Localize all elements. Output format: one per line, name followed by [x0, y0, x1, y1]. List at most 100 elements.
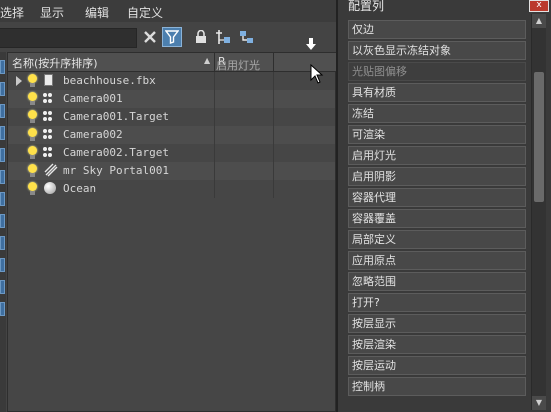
table-row[interactable]: Camera002.Target [8, 144, 335, 162]
column-option[interactable]: 容器覆盖 [348, 209, 526, 228]
light-bulb-icon[interactable] [28, 164, 37, 177]
expand-arrow-icon[interactable] [16, 76, 22, 86]
column-option[interactable]: 仅边 [348, 20, 526, 39]
cell-divider [214, 126, 215, 144]
row-name: beachhouse.fbx [63, 74, 156, 87]
panel-title: 配置列 [348, 0, 385, 13]
strip-button[interactable] [0, 258, 5, 272]
light-bulb-icon[interactable] [28, 146, 37, 159]
table-row[interactable]: beachhouse.fbx [8, 72, 335, 90]
filter-icon[interactable] [162, 27, 182, 47]
scrollbar-thumb[interactable] [534, 72, 544, 202]
column-option[interactable]: 按层显示 [348, 314, 526, 333]
dependents-select-icon[interactable] [237, 27, 257, 47]
column-option[interactable]: 容器代理 [348, 188, 526, 207]
column-option[interactable]: 按层运动 [348, 356, 526, 375]
camera-icon [42, 110, 56, 124]
column-option[interactable]: 控制柄 [348, 377, 526, 396]
close-icon[interactable]: x [529, 0, 549, 12]
row-name: Camera001 [63, 92, 123, 105]
column-option[interactable]: 启用阴影 [348, 167, 526, 186]
menu-bar: 选择 显示 编辑 自定义 [0, 0, 336, 22]
strip-button[interactable] [0, 192, 5, 206]
cell-divider [273, 144, 274, 162]
table-row[interactable]: Ocean [8, 180, 335, 198]
cell-divider [214, 180, 215, 198]
strip-button[interactable] [0, 236, 5, 250]
strip-button[interactable] [0, 214, 5, 228]
strip-button[interactable] [0, 170, 5, 184]
cell-divider [214, 144, 215, 162]
camera-icon [42, 128, 56, 142]
column-option-dragging[interactable]: 光贴图偏移 [348, 62, 526, 81]
hierarchy-select-icon[interactable] [214, 27, 234, 47]
left-button-strip [0, 52, 6, 412]
menu-select[interactable]: 选择 [0, 4, 24, 21]
scroll-down-icon[interactable]: ▼ [532, 396, 546, 410]
scene-explorer-panel: 选择 显示 编辑 自定义 名称(按升序排序) ▲ R beachhouse.fb… [0, 0, 337, 412]
configure-columns-panel: 配置列 x 仅边 以灰色显示冻结对象 光贴图偏移 具有材质 冻结 可渲染 启用灯… [336, 0, 551, 412]
light-bulb-icon[interactable] [28, 128, 37, 141]
cell-divider [214, 108, 215, 126]
scene-table: 名称(按升序排序) ▲ R beachhouse.fbx Camera001 C… [7, 52, 337, 412]
cell-divider [273, 108, 274, 126]
strip-button[interactable] [0, 82, 5, 96]
table-row[interactable]: mr Sky Portal001 [8, 162, 335, 180]
menu-edit[interactable]: 编辑 [85, 4, 109, 21]
column-header-name-label: 名称(按升序排序) [12, 57, 98, 70]
strip-button[interactable] [0, 126, 5, 140]
strip-button[interactable] [0, 60, 5, 74]
cell-divider [214, 90, 215, 108]
file-icon [44, 74, 53, 86]
row-name: Camera002 [63, 128, 123, 141]
cell-divider [273, 180, 274, 198]
search-input[interactable] [0, 28, 137, 48]
light-bulb-icon[interactable] [28, 110, 37, 123]
drop-indicator-icon [306, 38, 316, 50]
lock-icon[interactable] [191, 27, 211, 47]
menu-display[interactable]: 显示 [40, 4, 64, 21]
row-name: Camera001.Target [63, 110, 169, 123]
cell-divider [214, 72, 215, 90]
mouse-cursor-icon [310, 63, 324, 84]
row-name: Camera002.Target [63, 146, 169, 159]
table-row[interactable]: Camera002 [8, 126, 335, 144]
column-header-name[interactable]: 名称(按升序排序) ▲ [8, 53, 215, 71]
column-option[interactable]: 以灰色显示冻结对象 [348, 41, 526, 60]
column-list: 仅边 以灰色显示冻结对象 光贴图偏移 具有材质 冻结 可渲染 启用灯光 启用阴影… [348, 18, 528, 410]
column-option[interactable]: 忽略范围 [348, 272, 526, 291]
cell-divider [214, 162, 215, 180]
row-name: mr Sky Portal001 [63, 164, 169, 177]
cell-divider [273, 72, 274, 90]
camera-icon [42, 146, 56, 160]
table-row[interactable]: Camera001.Target [8, 108, 335, 126]
strip-button[interactable] [0, 148, 5, 162]
column-option[interactable]: 冻结 [348, 104, 526, 123]
light-bulb-icon[interactable] [28, 92, 37, 105]
row-name: Ocean [63, 182, 97, 195]
cell-divider [273, 90, 274, 108]
column-option[interactable]: 按层渲染 [348, 335, 526, 354]
column-option[interactable]: 打开? [348, 293, 526, 312]
column-option[interactable]: 应用原点 [348, 251, 526, 270]
explorer-toolbar [0, 24, 336, 50]
column-option[interactable]: 局部定义 [348, 230, 526, 249]
light-bulb-icon[interactable] [28, 74, 37, 87]
sort-ascending-icon: ▲ [204, 56, 211, 65]
column-option[interactable]: 具有材质 [348, 83, 526, 102]
drag-ghost-label: 启用灯光 [216, 59, 260, 72]
close-icon[interactable] [140, 27, 160, 47]
strip-button[interactable] [0, 104, 5, 118]
menu-customize[interactable]: 自定义 [127, 4, 163, 21]
vertical-scrollbar[interactable]: ▲ ▼ [531, 14, 546, 410]
column-option[interactable]: 可渲染 [348, 125, 526, 144]
scroll-up-icon[interactable]: ▲ [532, 14, 546, 28]
table-row[interactable]: Camera001 [8, 90, 335, 108]
camera-icon [42, 92, 56, 106]
strip-button[interactable] [0, 280, 5, 294]
sphere-icon [44, 182, 56, 194]
light-bulb-icon[interactable] [28, 182, 37, 195]
column-option[interactable]: 启用灯光 [348, 146, 526, 165]
strip-button[interactable] [0, 302, 5, 316]
cell-divider [273, 162, 274, 180]
